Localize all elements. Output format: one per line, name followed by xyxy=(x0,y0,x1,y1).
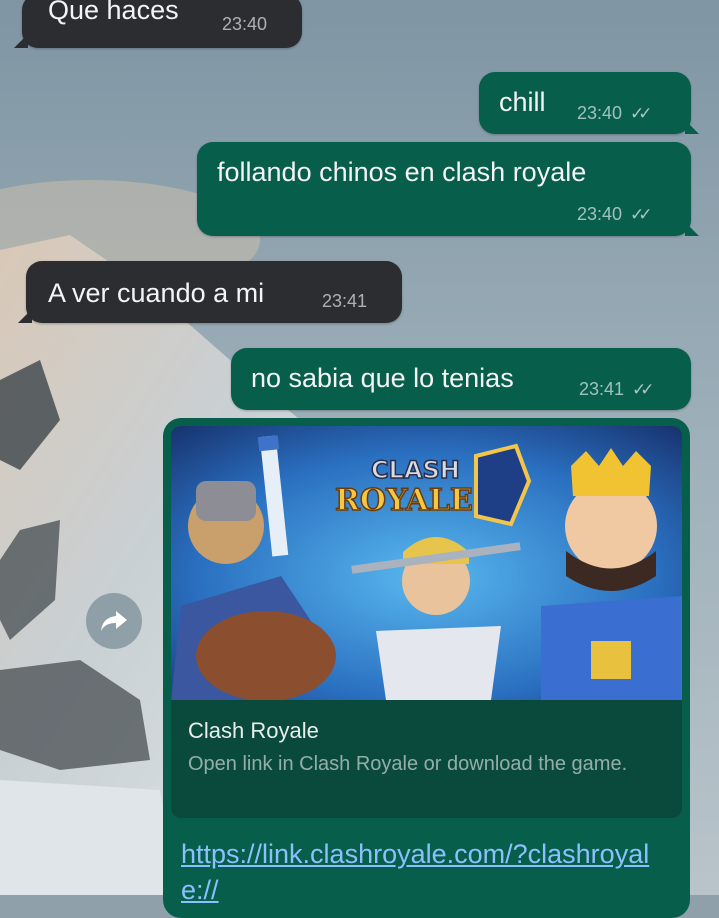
link-message-bubble[interactable]: CLASH ROYALE Clash Royale Open link in C… xyxy=(163,418,690,918)
message-text: A ver cuando a mi xyxy=(48,278,265,308)
double-check-icon: ✓✓ xyxy=(630,205,652,224)
bubble-tail xyxy=(18,309,32,323)
message-time: 23:41 ✓✓ xyxy=(579,379,654,399)
message-time: 23:40 xyxy=(222,14,268,34)
message-bubble-outgoing[interactable]: no sabia que lo tenias 23:41 ✓✓ xyxy=(231,348,691,410)
message-text: Que haces xyxy=(48,0,179,25)
message-text: chill xyxy=(499,87,546,117)
message-text: follando chinos en clash royale xyxy=(217,157,587,187)
link-preview-description: Open link in Clash Royale or download th… xyxy=(188,753,628,775)
forward-button[interactable] xyxy=(86,593,142,649)
link-preview-title: Clash Royale xyxy=(188,718,319,743)
message-bubble-incoming[interactable]: A ver cuando a mi 23:41 xyxy=(18,261,402,323)
message-time: 23:41 xyxy=(322,291,368,311)
message-link[interactable]: https://link.clashroyale.com/?clashroyal… xyxy=(181,836,671,908)
message-bubble-outgoing[interactable]: chill 23:40 ✓✓ xyxy=(479,72,699,134)
game-logo-line2: ROYALE xyxy=(335,483,473,518)
bubble-tail xyxy=(14,34,28,48)
double-check-icon: ✓✓ xyxy=(632,380,654,399)
link-preview-info[interactable]: Clash Royale Open link in Clash Royale o… xyxy=(171,700,682,818)
message-time: 23:40 ✓✓ xyxy=(577,204,652,224)
message-time: 23:40 ✓✓ xyxy=(577,103,652,123)
bubble-tail xyxy=(685,120,699,134)
game-logo-line1: CLASH xyxy=(371,456,460,484)
message-bubble-outgoing[interactable]: follando chinos en clash royale 23:40 ✓✓ xyxy=(197,142,699,236)
double-check-icon: ✓✓ xyxy=(630,104,652,123)
bubble-tail xyxy=(685,222,699,236)
link-preview-image[interactable]: CLASH ROYALE xyxy=(171,426,682,700)
forward-arrow-icon xyxy=(101,611,127,631)
message-bubble-incoming[interactable]: Que haces 23:40 xyxy=(14,0,302,48)
message-text: no sabia que lo tenias xyxy=(251,363,514,393)
